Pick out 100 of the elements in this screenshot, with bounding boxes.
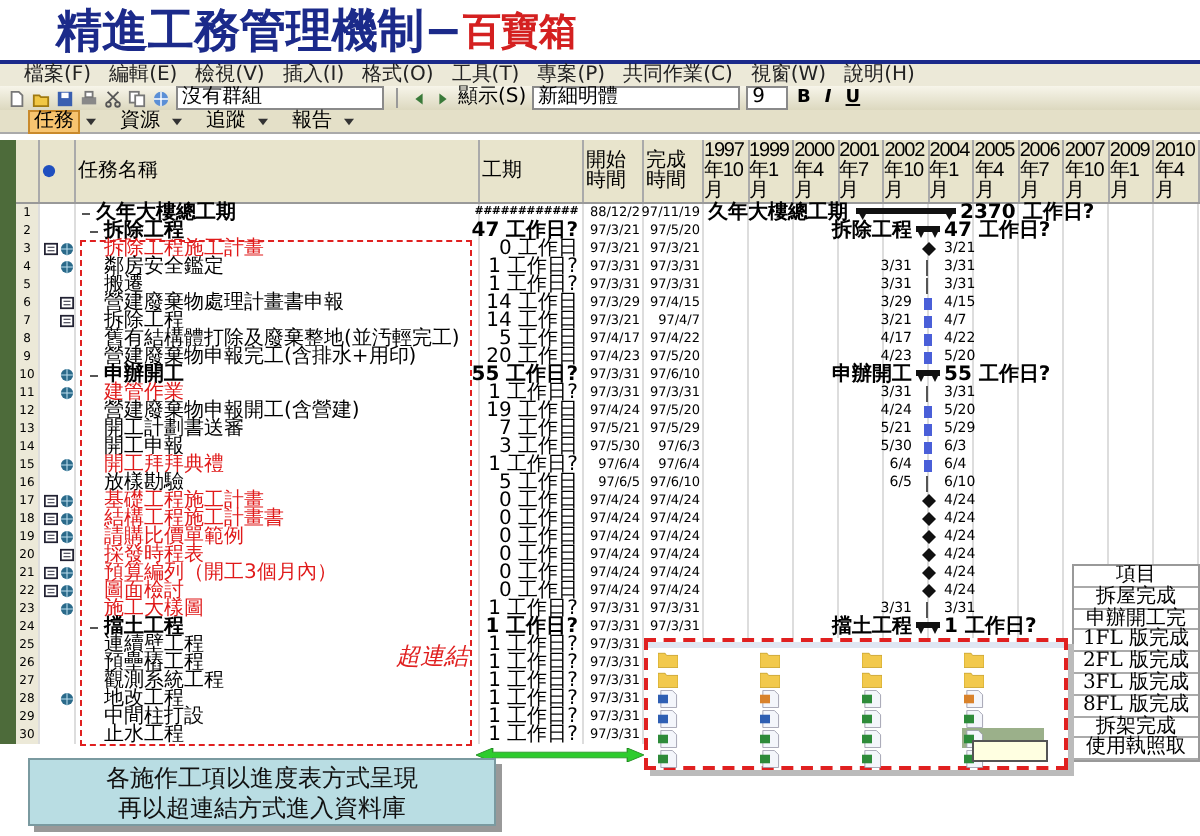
note-icon[interactable] (44, 494, 58, 508)
globe-icon[interactable] (60, 602, 74, 616)
column-header[interactable]: 完成時間 (644, 140, 704, 202)
duration-cell: 19 工作日 (480, 402, 584, 420)
spreadsheet-icon (964, 709, 984, 727)
collapse-icon[interactable] (88, 225, 100, 237)
summary-bar (916, 369, 940, 381)
timescale-label: 1999年1月 (749, 140, 795, 202)
menu-item[interactable]: 插入(I) (282, 64, 345, 86)
collapse-icon[interactable] (80, 207, 92, 219)
spreadsheet-icon (760, 729, 780, 747)
font-size-dropdown[interactable]: 9 (746, 86, 788, 110)
globe-icon[interactable] (60, 386, 74, 400)
task-name: 營建廢棄物申報開工(含營建) (104, 402, 360, 420)
column-header[interactable]: 開始時間 (584, 140, 644, 202)
duration-cell: 1 工作日? (480, 654, 584, 672)
globe-icon[interactable] (60, 566, 74, 580)
menu-item[interactable]: 編輯(E) (109, 64, 178, 86)
duration-cell: 0 工作日 (480, 564, 584, 582)
task-link[interactable]: 開工拜拜典禮 (104, 456, 224, 474)
timescale-label: 2006年7月 (1019, 140, 1065, 202)
menu-item[interactable]: 工具(T) (451, 64, 520, 86)
globe-icon[interactable] (60, 692, 74, 706)
globe-icon[interactable] (60, 512, 74, 526)
summary-bar (916, 225, 940, 237)
note-icon[interactable] (44, 530, 58, 544)
caret-icon[interactable] (258, 117, 268, 125)
caret-icon[interactable] (344, 117, 354, 125)
gantt-label: 47 工作日? (942, 222, 1051, 240)
task-name: 舊有結構體打除及廢棄整地(並汚輕完工) (104, 330, 460, 348)
arrow-left-icon[interactable] (410, 89, 428, 107)
task-link[interactable]: 建管作業 (104, 384, 184, 402)
globe-icon[interactable] (60, 458, 74, 472)
spreadsheet-icon (862, 709, 882, 727)
menu-item[interactable]: 專案(P) (537, 64, 606, 86)
task-link[interactable]: 採發時程表 (104, 546, 204, 564)
text-style-button[interactable]: I (820, 89, 836, 107)
menu-item[interactable]: 檢視(V) (195, 64, 265, 86)
caret-icon[interactable] (86, 117, 96, 125)
globe-icon[interactable] (60, 584, 74, 598)
guide-tab[interactable]: 資源 (114, 109, 166, 133)
globe-icon[interactable] (60, 368, 74, 382)
menu-item[interactable]: 檔案(F) (24, 64, 92, 86)
task-link[interactable]: 預算編列（開工3個月內） (104, 564, 337, 582)
menu-item[interactable]: 視窗(W) (750, 64, 827, 86)
guide-tab[interactable]: 任務 (28, 109, 80, 133)
collapse-icon[interactable] (88, 369, 100, 381)
show-button[interactable]: 顯示(S) (458, 88, 527, 108)
duration-cell: 1 工作日? (480, 690, 584, 708)
image-file-icon (760, 689, 780, 707)
group-dropdown[interactable]: 沒有群組 (176, 86, 384, 110)
cut-icon[interactable] (104, 89, 122, 107)
note-icon[interactable] (60, 314, 74, 328)
task-name: 開工申報 (104, 438, 184, 456)
duration-cell: 0 工作日 (480, 546, 584, 564)
duration-cell: 1 工作日? (480, 726, 584, 744)
menu-item[interactable]: 說明(H) (844, 64, 915, 86)
column-header[interactable]: 工期 (480, 140, 584, 202)
spreadsheet-icon (658, 729, 678, 747)
note-icon[interactable] (60, 296, 74, 310)
guide-tab[interactable]: 追蹤 (200, 109, 252, 133)
copy-icon[interactable] (128, 89, 146, 107)
menu-item[interactable]: 格式(O) (362, 64, 434, 86)
note-icon[interactable] (60, 548, 74, 562)
task-name: 中間柱打設 (104, 708, 204, 726)
print-icon[interactable] (80, 89, 98, 107)
note-icon[interactable] (44, 242, 58, 256)
collapse-icon[interactable] (88, 621, 100, 633)
note-icon[interactable] (44, 584, 58, 598)
document-icon (760, 709, 780, 727)
duration-cell: 1 工作日? (480, 456, 584, 474)
text-style-button[interactable]: U (841, 89, 865, 107)
duration-cell: 0 工作日 (480, 510, 584, 528)
gantt-label: 拆除工程 (832, 222, 912, 240)
note-icon[interactable] (44, 512, 58, 526)
task-link[interactable]: 圖面檢討 (104, 582, 184, 600)
timescale-label: 2002年10月 (884, 140, 930, 202)
task-link[interactable]: 結構工程施工計畫書 (104, 510, 284, 528)
duration-cell: 1 工作日? (480, 258, 584, 276)
task-link[interactable]: 基礎工程施工計畫 (104, 492, 264, 510)
duration-cell: 1 工作日? (480, 636, 584, 654)
guide-tab[interactable]: 報告 (286, 109, 338, 133)
column-header[interactable]: 任務名稱 (76, 140, 480, 202)
duration-cell: 1 工作日? (480, 384, 584, 402)
globe-icon[interactable] (60, 242, 74, 256)
note-icon[interactable] (44, 566, 58, 580)
callout-text: 再以超連結方式進入資料庫 (118, 793, 406, 821)
globe-icon[interactable] (60, 494, 74, 508)
task-link[interactable]: 請購比價單範例 (104, 528, 244, 546)
arrow-right-icon[interactable] (434, 89, 452, 107)
task-name: 擋土工程 (104, 618, 184, 636)
menu-item[interactable]: 共同作業(C) (623, 64, 733, 86)
globe-icon[interactable] (60, 260, 74, 274)
task-name: 放樣勘驗 (104, 474, 184, 492)
text-style-button[interactable]: B (793, 89, 815, 107)
globe-icon[interactable] (60, 530, 74, 544)
save-icon[interactable] (56, 89, 74, 107)
caret-icon[interactable] (172, 117, 182, 125)
task-link[interactable]: 施工大樣圖 (104, 600, 204, 618)
font-dropdown[interactable]: 新細明體 (532, 86, 741, 110)
